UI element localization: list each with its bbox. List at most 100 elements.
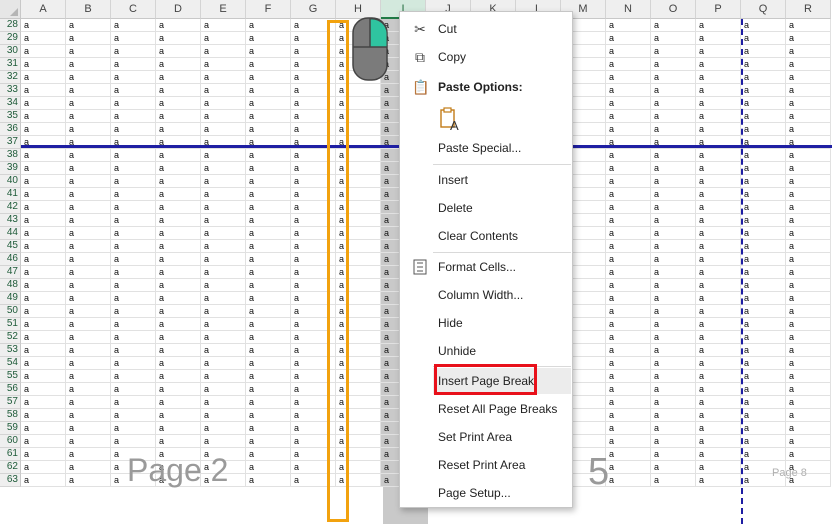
cell-o35[interactable]: a [651,110,696,123]
cell-p33[interactable]: a [696,84,741,97]
cell-r58[interactable]: a [786,409,831,422]
cell-f43[interactable]: a [246,214,291,227]
cell-f61[interactable]: a [246,448,291,461]
cell-c49[interactable]: a [111,292,156,305]
cell-c31[interactable]: a [111,58,156,71]
cell-a32[interactable]: a [21,71,66,84]
cell-c32[interactable]: a [111,71,156,84]
row-header-45[interactable]: 45 [0,240,21,253]
cell-b50[interactable]: a [66,305,111,318]
cell-a45[interactable]: a [21,240,66,253]
cell-q46[interactable]: a [741,253,786,266]
cell-f41[interactable]: a [246,188,291,201]
cell-b32[interactable]: a [66,71,111,84]
column-header-d[interactable]: D [156,0,201,19]
cell-c43[interactable]: a [111,214,156,227]
cell-a55[interactable]: a [21,370,66,383]
cell-n54[interactable]: a [606,357,651,370]
cell-d60[interactable]: a [156,435,201,448]
cell-d51[interactable]: a [156,318,201,331]
cell-d41[interactable]: a [156,188,201,201]
menu-item-copy[interactable]: ⧉ Copy [400,44,572,70]
cell-n63[interactable]: a [606,474,651,487]
cell-c48[interactable]: a [111,279,156,292]
column-header-a[interactable]: A [21,0,66,19]
cell-r34[interactable]: a [786,97,831,110]
cell-c40[interactable]: a [111,175,156,188]
cell-n46[interactable]: a [606,253,651,266]
cell-a62[interactable]: a [21,461,66,474]
cell-c28[interactable]: a [111,19,156,32]
cell-b41[interactable]: a [66,188,111,201]
cell-a38[interactable]: a [21,149,66,162]
cell-n44[interactable]: a [606,227,651,240]
cell-r28[interactable]: a [786,19,831,32]
cell-f46[interactable]: a [246,253,291,266]
cell-n53[interactable]: a [606,344,651,357]
column-header-p[interactable]: P [696,0,741,19]
cell-q41[interactable]: a [741,188,786,201]
cell-d35[interactable]: a [156,110,201,123]
cell-r51[interactable]: a [786,318,831,331]
cell-a56[interactable]: a [21,383,66,396]
cell-f47[interactable]: a [246,266,291,279]
cell-q36[interactable]: a [741,123,786,136]
row-header-43[interactable]: 43 [0,214,21,227]
cell-q60[interactable]: a [741,435,786,448]
cell-d48[interactable]: a [156,279,201,292]
cell-e52[interactable]: a [201,331,246,344]
cell-o56[interactable]: a [651,383,696,396]
cell-r40[interactable]: a [786,175,831,188]
cell-f30[interactable]: a [246,45,291,58]
cell-p38[interactable]: a [696,149,741,162]
cell-p43[interactable]: a [696,214,741,227]
row-header-52[interactable]: 52 [0,331,21,344]
cell-e38[interactable]: a [201,149,246,162]
cell-e40[interactable]: a [201,175,246,188]
cell-c59[interactable]: a [111,422,156,435]
cell-p52[interactable]: a [696,331,741,344]
cell-f63[interactable]: a [246,474,291,487]
cell-f57[interactable]: a [246,396,291,409]
cell-e53[interactable]: a [201,344,246,357]
cell-r60[interactable]: a [786,435,831,448]
cell-b49[interactable]: a [66,292,111,305]
row-header-57[interactable]: 57 [0,396,21,409]
cell-q59[interactable]: a [741,422,786,435]
cell-n36[interactable]: a [606,123,651,136]
row-header-29[interactable]: 29 [0,32,21,45]
cell-q40[interactable]: a [741,175,786,188]
cell-b61[interactable]: a [66,448,111,461]
cell-r46[interactable]: a [786,253,831,266]
cell-a33[interactable]: a [21,84,66,97]
cell-b55[interactable]: a [66,370,111,383]
cell-o29[interactable]: a [651,32,696,45]
row-header-61[interactable]: 61 [0,448,21,461]
cell-f56[interactable]: a [246,383,291,396]
cell-n42[interactable]: a [606,201,651,214]
cell-o53[interactable]: a [651,344,696,357]
cell-c44[interactable]: a [111,227,156,240]
cell-b34[interactable]: a [66,97,111,110]
row-header-38[interactable]: 38 [0,149,21,162]
cell-n49[interactable]: a [606,292,651,305]
cell-a36[interactable]: a [21,123,66,136]
cell-p35[interactable]: a [696,110,741,123]
cell-r54[interactable]: a [786,357,831,370]
row-header-32[interactable]: 32 [0,71,21,84]
cell-e39[interactable]: a [201,162,246,175]
row-header-31[interactable]: 31 [0,58,21,71]
cell-o62[interactable]: a [651,461,696,474]
menu-item-page-setup[interactable]: Page Setup... [400,480,572,506]
cell-e32[interactable]: a [201,71,246,84]
cell-r49[interactable]: a [786,292,831,305]
cell-o32[interactable]: a [651,71,696,84]
cell-a53[interactable]: a [21,344,66,357]
cell-e62[interactable]: a [201,461,246,474]
cell-o41[interactable]: a [651,188,696,201]
cell-f45[interactable]: a [246,240,291,253]
cell-a52[interactable]: a [21,331,66,344]
cell-f51[interactable]: a [246,318,291,331]
cell-b63[interactable]: a [66,474,111,487]
cell-o61[interactable]: a [651,448,696,461]
